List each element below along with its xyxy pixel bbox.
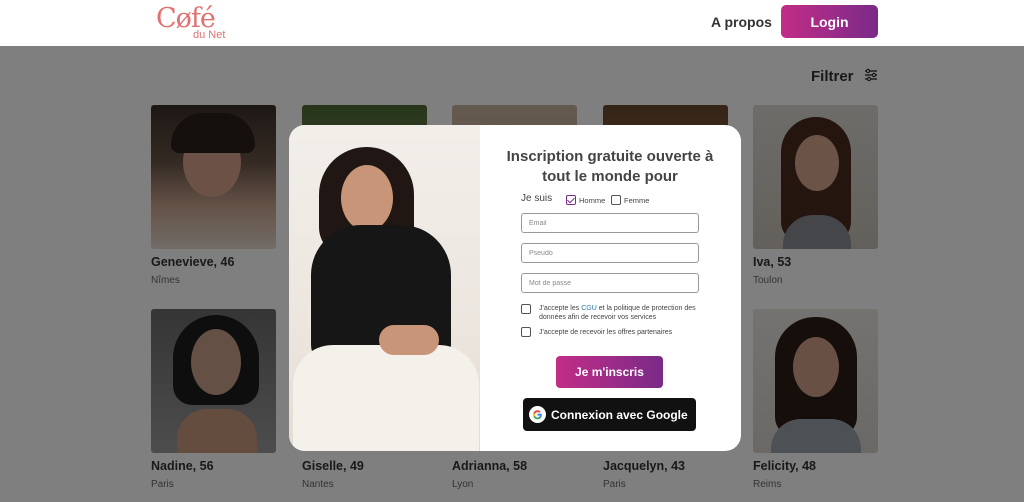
google-label: Connexion avec Google bbox=[551, 407, 688, 422]
signup-button[interactable]: Je m'inscris bbox=[556, 356, 663, 388]
cgu-consent-text: J'accepte les CGU et la politique de pro… bbox=[539, 304, 704, 322]
signup-form: Inscription gratuite ouverte à tout le m… bbox=[480, 125, 741, 451]
cgu-checkbox[interactable] bbox=[521, 304, 531, 314]
offers-checkbox[interactable] bbox=[521, 327, 531, 337]
password-field[interactable] bbox=[521, 273, 699, 293]
homme-label: Homme bbox=[579, 196, 606, 205]
pseudo-field[interactable] bbox=[521, 243, 699, 263]
modal-photo bbox=[289, 125, 480, 451]
gender-label: Je suis bbox=[521, 193, 553, 204]
cgu-link[interactable]: CGU bbox=[581, 305, 597, 312]
femme-checkbox[interactable] bbox=[611, 195, 621, 205]
modal-title: Inscription gratuite ouverte à tout le m… bbox=[506, 148, 714, 185]
femme-label: Femme bbox=[624, 196, 650, 205]
login-button[interactable]: Login bbox=[781, 5, 878, 38]
google-icon bbox=[529, 406, 546, 423]
homme-checkbox[interactable] bbox=[566, 195, 576, 205]
signup-modal: Inscription gratuite ouverte à tout le m… bbox=[289, 125, 741, 451]
logo-subtext: du Net bbox=[193, 29, 226, 41]
header: Cøfé du Net A propos Login bbox=[0, 0, 1024, 46]
email-field[interactable] bbox=[521, 213, 699, 233]
consent-prefix: J'accepte les bbox=[539, 305, 580, 312]
google-signin-button[interactable]: Connexion avec Google bbox=[523, 398, 696, 431]
nav-link-apropos[interactable]: A propos bbox=[711, 14, 772, 30]
offers-consent-text: J'accepte de recevoir les offres partena… bbox=[539, 329, 673, 336]
logo[interactable]: Cøfé du Net bbox=[156, 3, 236, 43]
